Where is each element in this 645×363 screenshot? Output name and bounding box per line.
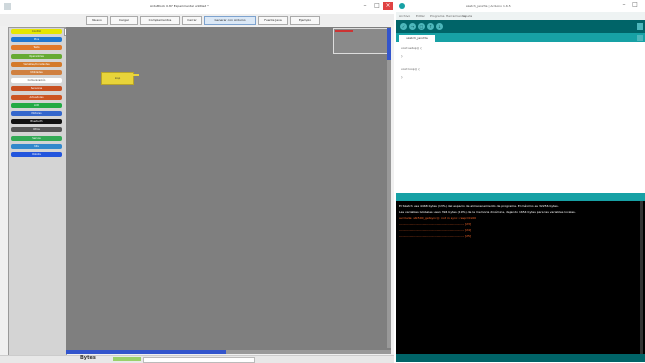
- save-icon[interactable]: ↓: [436, 23, 443, 30]
- canvas-horizontal-scroll-thumb[interactable]: [66, 350, 226, 354]
- console-line: ----------------------------------------…: [399, 234, 472, 238]
- menu-item-4[interactable]: Ayuda: [463, 14, 472, 18]
- menu-item-2[interactable]: Programa: [430, 14, 445, 18]
- toolbar-button-6[interactable]: Ejemplo: [290, 16, 320, 25]
- canvas-vertical-scrollbar[interactable]: [387, 28, 391, 348]
- toolbar-button-4[interactable]: Generar con Arduino: [204, 16, 256, 25]
- open-icon[interactable]: ↑: [427, 23, 434, 30]
- minimap-viewport: [335, 30, 353, 32]
- code-editor[interactable]: [396, 42, 645, 190]
- palette-category-14[interactable]: Kits: [11, 143, 62, 149]
- palette-category-1[interactable]: Pins: [11, 37, 62, 43]
- arduino-minimize-icon[interactable]: –: [619, 1, 629, 9]
- toolbar-button-2[interactable]: Complementos: [140, 16, 180, 25]
- ardublock-app-icon: [4, 3, 11, 10]
- loop-block[interactable]: loop: [101, 72, 134, 85]
- console-line: ----------------------------------------…: [399, 222, 472, 226]
- ardublock-title: ArduBlock 0.87 Experimental untitled *: [150, 4, 209, 8]
- console-line: ----------------------------------------…: [399, 228, 472, 232]
- arduino-maximize-icon[interactable]: □: [630, 1, 640, 9]
- close-icon[interactable]: ×: [383, 2, 393, 10]
- palette-category-5[interactable]: Utilidades: [11, 70, 62, 75]
- console-line: El Sketch usa 4468 bytes (13%) del espac…: [399, 204, 559, 208]
- verify-icon[interactable]: ✓: [400, 23, 407, 30]
- palette-category-0[interactable]: Control: [11, 29, 62, 34]
- code-line: void setup() {: [401, 46, 422, 50]
- code-line: void loop() {: [401, 67, 420, 71]
- console-line: Las variables Globales usan 394 bytes (1…: [399, 210, 576, 214]
- loop-block-label: loop: [114, 77, 121, 80]
- maximize-icon[interactable]: □: [372, 2, 382, 10]
- palette-category-13[interactable]: Servos: [11, 135, 62, 141]
- tab-sketch[interactable]: sketch_jan23a: [399, 35, 435, 42]
- status-text: Bytes: [80, 355, 96, 361]
- toolbar-button-3[interactable]: Cerrar: [182, 16, 202, 25]
- status-field: [143, 357, 255, 363]
- palette-category-3[interactable]: Operadores: [11, 53, 62, 59]
- upload-icon[interactable]: →: [409, 23, 416, 30]
- code-line: }: [401, 54, 403, 59]
- new-icon[interactable]: □: [418, 23, 425, 30]
- code-line: }: [401, 75, 403, 80]
- console-scrollbar[interactable]: [640, 201, 643, 354]
- loop-block-connector: [132, 74, 139, 76]
- palette-category-4[interactable]: Variables/Constantes: [11, 61, 62, 67]
- menu-item-0[interactable]: Archivo: [399, 14, 410, 18]
- arduino-title: sketch_jan23a | Arduino 1.6.5: [466, 4, 511, 8]
- palette-category-12[interactable]: Otros: [11, 127, 62, 133]
- tab-menu-icon[interactable]: [637, 35, 643, 41]
- palette-category-15[interactable]: Robots: [11, 152, 62, 157]
- block-palette: [8, 27, 67, 357]
- palette-category-2[interactable]: Tests: [11, 45, 62, 51]
- toolbar-button-1[interactable]: Cargar: [110, 16, 138, 25]
- minimize-icon[interactable]: –: [360, 2, 370, 10]
- canvas-vertical-scroll-thumb[interactable]: [387, 28, 391, 60]
- serial-monitor-icon[interactable]: [637, 23, 643, 30]
- status-badge: [113, 357, 141, 361]
- toolbar-button-0[interactable]: Nuevo: [86, 16, 108, 25]
- message-bar: [396, 193, 645, 201]
- arduino-statusbar: [396, 354, 645, 362]
- menu-item-1[interactable]: Editar: [416, 14, 425, 18]
- palette-category-7[interactable]: Sensores: [11, 86, 62, 92]
- toolbar-button-5[interactable]: Fuente Java: [258, 16, 288, 25]
- palette-category-11[interactable]: Bluetooth: [11, 119, 62, 125]
- arduino-titlebar: [396, 0, 645, 12]
- palette-category-10[interactable]: Motores: [11, 111, 62, 116]
- palette-category-8[interactable]: Actuadores: [11, 94, 62, 100]
- console-line: avrdude: stk500_getsync(): not in sync: …: [399, 216, 477, 220]
- palette-category-6[interactable]: Comunicación: [11, 78, 62, 84]
- arduino-app-icon: [399, 3, 405, 9]
- palette-category-9[interactable]: LCD: [11, 102, 62, 108]
